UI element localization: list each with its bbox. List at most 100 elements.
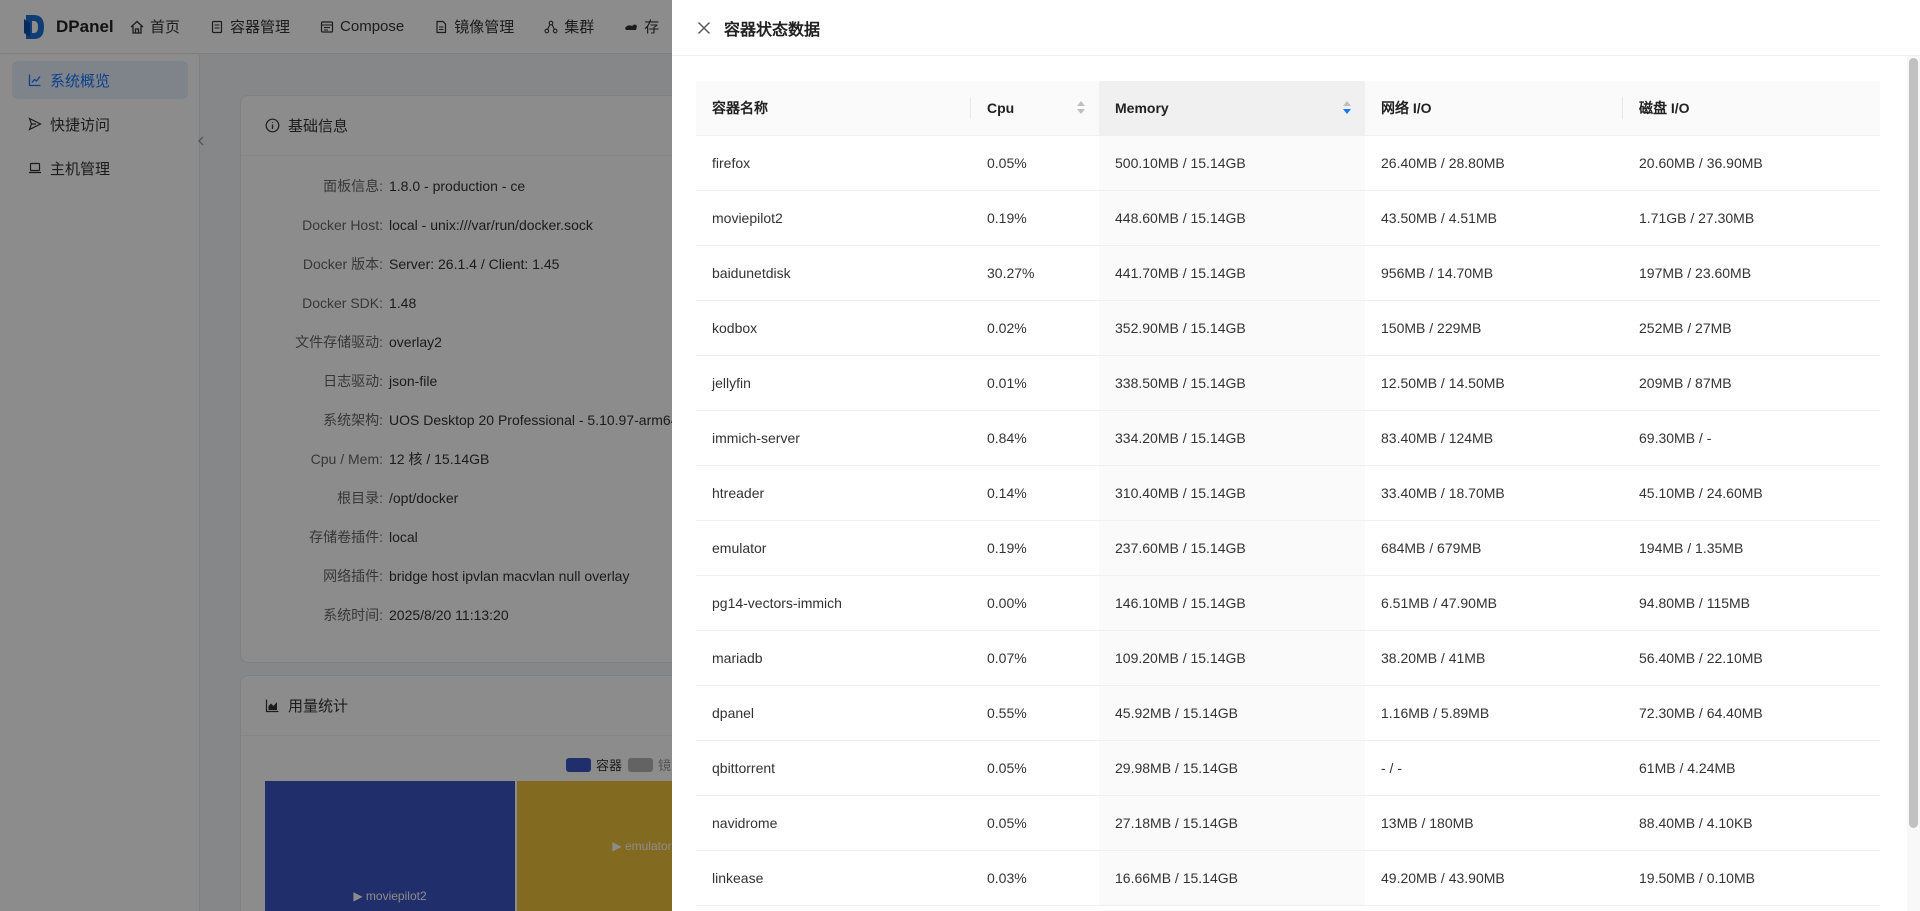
cell-disk-io: 45.10MB / 24.60MB — [1623, 465, 1880, 521]
cell-memory: 352.90MB / 15.14GB — [1099, 300, 1365, 356]
cell-cpu: 0.05% — [971, 740, 1099, 796]
cell-network-io: 49.20MB / 43.90MB — [1365, 850, 1623, 906]
cell-cpu: 30.27% — [971, 245, 1099, 301]
table-row[interactable]: linkease 0.03% 16.66MB / 15.14GB 49.20MB / … — [696, 850, 1880, 906]
sort-icon[interactable] — [1077, 101, 1085, 115]
table-row[interactable]: htreader 0.14% 310.40MB / 15.14GB 33.40MB /… — [696, 465, 1880, 521]
table-row[interactable]: moviepilot2 0.19% 448.60MB / 15.14GB 43.50M… — [696, 190, 1880, 246]
cell-cpu: 0.00% — [971, 575, 1099, 631]
cell-container-name: qbittorrent — [696, 740, 971, 796]
scrollbar-thumb[interactable] — [1909, 58, 1918, 828]
cell-cpu: 0.05% — [971, 795, 1099, 851]
column-header-cpu-label: Cpu — [987, 99, 1015, 116]
cell-disk-io: 1.71GB / 27.30MB — [1623, 190, 1880, 246]
cell-network-io: 43.50MB / 4.51MB — [1365, 190, 1623, 246]
column-header-disk-io-label: 磁盘 I/O — [1639, 99, 1690, 116]
cell-container-name: linkease — [696, 850, 971, 906]
cell-cpu: 0.55% — [971, 685, 1099, 741]
column-header-name-label: 容器名称 — [712, 99, 768, 116]
column-header-memory[interactable]: Memory — [1099, 81, 1365, 136]
cell-memory: 334.20MB / 15.14GB — [1099, 410, 1365, 466]
cell-disk-io: 61MB / 4.24MB — [1623, 740, 1880, 796]
table-row[interactable]: dpanel 0.55% 45.92MB / 15.14GB 1.16MB / 5.8… — [696, 685, 1880, 741]
container-stats-drawer: 容器状态数据 容器名称 Cpu Memory 网络 I/O 磁盘 I/O fir… — [672, 0, 1920, 911]
cell-memory: 441.70MB / 15.14GB — [1099, 245, 1365, 301]
cell-container-name: dpanel — [696, 685, 971, 741]
cell-disk-io: 194MB / 1.35MB — [1623, 520, 1880, 576]
cell-network-io: 1.16MB / 5.89MB — [1365, 685, 1623, 741]
cell-cpu: 0.03% — [971, 850, 1099, 906]
cell-network-io: 83.40MB / 124MB — [1365, 410, 1623, 466]
cell-container-name: kodbox — [696, 300, 971, 356]
column-header-memory-label: Memory — [1115, 99, 1169, 116]
cell-memory: 500.10MB / 15.14GB — [1099, 135, 1365, 191]
cell-container-name: htreader — [696, 465, 971, 521]
cell-container-name: navidrome — [696, 795, 971, 851]
table-row[interactable]: navidrome 0.05% 27.18MB / 15.14GB 13MB / 18… — [696, 795, 1880, 851]
cell-memory: 448.60MB / 15.14GB — [1099, 190, 1365, 246]
table-row[interactable]: qbittorrent 0.05% 29.98MB / 15.14GB - / -61… — [696, 740, 1880, 796]
cell-cpu: 0.01% — [971, 355, 1099, 411]
cell-network-io: 26.40MB / 28.80MB — [1365, 135, 1623, 191]
table-row[interactable]: mariadb 0.07% 109.20MB / 15.14GB 38.20MB / … — [696, 630, 1880, 686]
cell-container-name: moviepilot2 — [696, 190, 971, 246]
cell-network-io: 38.20MB / 41MB — [1365, 630, 1623, 686]
cell-network-io: 33.40MB / 18.70MB — [1365, 465, 1623, 521]
cell-disk-io: 72.30MB / 64.40MB — [1623, 685, 1880, 741]
cell-cpu: 0.02% — [971, 300, 1099, 356]
cell-cpu: 0.19% — [971, 520, 1099, 576]
column-header-cpu[interactable]: Cpu — [971, 81, 1099, 136]
table-header-row: 容器名称 Cpu Memory 网络 I/O 磁盘 I/O — [696, 81, 1880, 136]
cell-cpu: 0.07% — [971, 630, 1099, 686]
table-row[interactable]: immich-server 0.84% 334.20MB / 15.14GB 83.4… — [696, 410, 1880, 466]
cell-network-io: 6.51MB / 47.90MB — [1365, 575, 1623, 631]
cell-cpu: 0.05% — [971, 135, 1099, 191]
column-header-disk-io: 磁盘 I/O — [1623, 81, 1880, 136]
cell-network-io: 150MB / 229MB — [1365, 300, 1623, 356]
cell-disk-io: 69.30MB / - — [1623, 410, 1880, 466]
cell-disk-io: 197MB / 23.60MB — [1623, 245, 1880, 301]
cell-memory: 109.20MB / 15.14GB — [1099, 630, 1365, 686]
close-icon[interactable] — [696, 20, 712, 36]
cell-disk-io: 56.40MB / 22.10MB — [1623, 630, 1880, 686]
cell-disk-io: 20.60MB / 36.90MB — [1623, 135, 1880, 191]
cell-network-io: 13MB / 180MB — [1365, 795, 1623, 851]
column-header-name: 容器名称 — [696, 81, 971, 136]
cell-disk-io: 252MB / 27MB — [1623, 300, 1880, 356]
cell-container-name: firefox — [696, 135, 971, 191]
cell-network-io: 956MB / 14.70MB — [1365, 245, 1623, 301]
table-row[interactable]: emulator 0.19% 237.60MB / 15.14GB 684MB / 6… — [696, 520, 1880, 576]
cell-disk-io: 88.40MB / 4.10KB — [1623, 795, 1880, 851]
table-row[interactable]: jellyfin 0.01% 338.50MB / 15.14GB 12.50MB /… — [696, 355, 1880, 411]
cell-cpu: 0.84% — [971, 410, 1099, 466]
table-row[interactable]: firefox 0.05% 500.10MB / 15.14GB 26.40MB / … — [696, 135, 1880, 191]
column-header-network-io-label: 网络 I/O — [1381, 99, 1432, 116]
cell-container-name: pg14-vectors-immich — [696, 575, 971, 631]
cell-network-io: 12.50MB / 14.50MB — [1365, 355, 1623, 411]
cell-network-io: - / - — [1365, 740, 1623, 796]
cell-network-io: 684MB / 679MB — [1365, 520, 1623, 576]
cell-cpu: 0.19% — [971, 190, 1099, 246]
cell-memory: 29.98MB / 15.14GB — [1099, 740, 1365, 796]
cell-disk-io: 19.50MB / 0.10MB — [1623, 850, 1880, 906]
cell-cpu: 0.14% — [971, 465, 1099, 521]
cell-memory: 310.40MB / 15.14GB — [1099, 465, 1365, 521]
cell-container-name: emulator — [696, 520, 971, 576]
table-row[interactable]: pg14-vectors-immich 0.00% 146.10MB / 15.14… — [696, 575, 1880, 631]
cell-container-name: mariadb — [696, 630, 971, 686]
cell-memory: 338.50MB / 15.14GB — [1099, 355, 1365, 411]
table-row[interactable]: baidunetdisk 30.27% 441.70MB / 15.14GB 956M… — [696, 245, 1880, 301]
cell-memory: 45.92MB / 15.14GB — [1099, 685, 1365, 741]
cell-container-name: baidunetdisk — [696, 245, 971, 301]
cell-disk-io: 94.80MB / 115MB — [1623, 575, 1880, 631]
cell-memory: 237.60MB / 15.14GB — [1099, 520, 1365, 576]
column-header-network-io: 网络 I/O — [1365, 81, 1623, 136]
cell-container-name: immich-server — [696, 410, 971, 466]
sort-icon[interactable] — [1343, 101, 1351, 115]
container-stats-table: 容器名称 Cpu Memory 网络 I/O 磁盘 I/O firefox 0.… — [696, 81, 1880, 906]
cell-container-name: jellyfin — [696, 355, 971, 411]
cell-memory: 16.66MB / 15.14GB — [1099, 850, 1365, 906]
cell-memory: 27.18MB / 15.14GB — [1099, 795, 1365, 851]
cell-disk-io: 209MB / 87MB — [1623, 355, 1880, 411]
table-row[interactable]: kodbox 0.02% 352.90MB / 15.14GB 150MB / 229… — [696, 300, 1880, 356]
